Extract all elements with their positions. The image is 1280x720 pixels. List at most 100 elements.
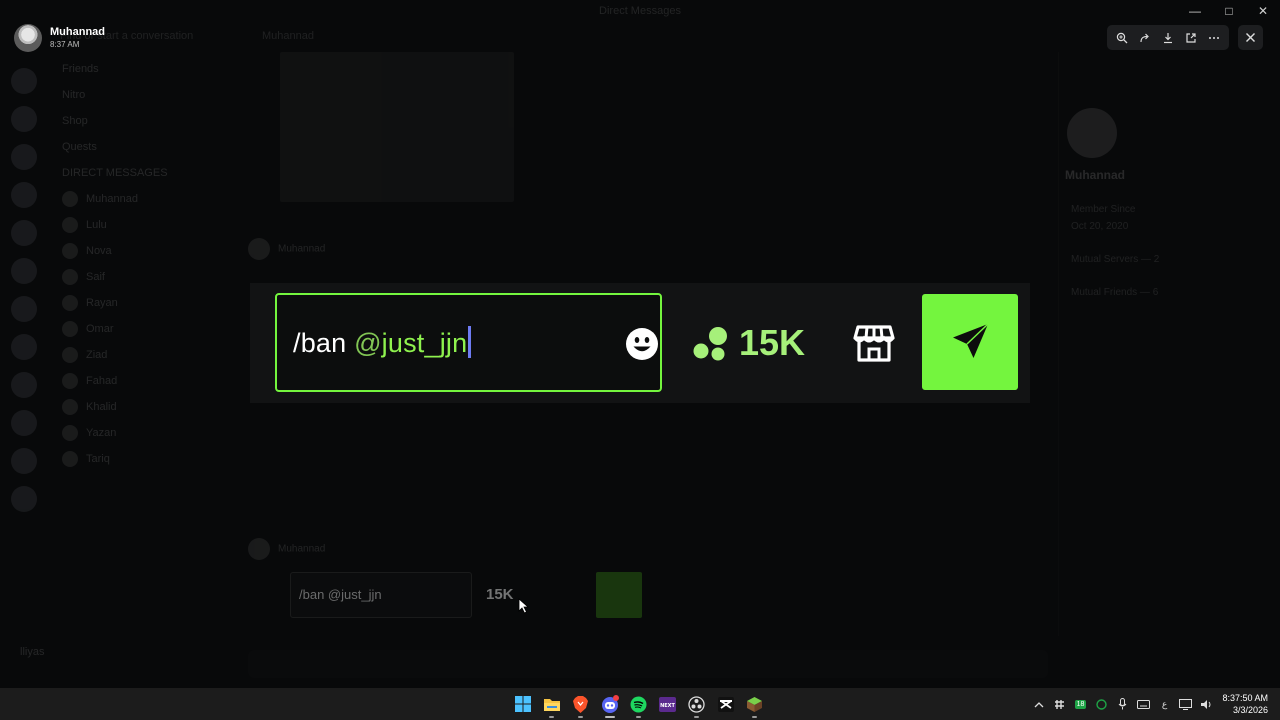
open-external-icon[interactable] bbox=[1182, 29, 1200, 47]
mini-composer-image: /ban @just_jjn 15K bbox=[290, 572, 642, 618]
member-since-date: Oct 20, 2020 bbox=[1071, 221, 1129, 232]
mutual-friends[interactable]: Mutual Friends — 6 bbox=[1071, 287, 1280, 298]
message-input[interactable] bbox=[248, 650, 1048, 678]
volume-icon[interactable] bbox=[1196, 688, 1217, 720]
server-list bbox=[0, 56, 48, 636]
running-indicator bbox=[578, 716, 583, 718]
active-indicator bbox=[605, 716, 615, 718]
coin-balance: 15K bbox=[693, 323, 805, 363]
forward-icon[interactable] bbox=[1136, 29, 1154, 47]
close-viewer-button[interactable] bbox=[1238, 25, 1263, 50]
language-indicator[interactable]: ع bbox=[1154, 688, 1175, 720]
slack-icon[interactable] bbox=[1049, 688, 1070, 720]
profile-avatar bbox=[1067, 108, 1117, 158]
server-icon[interactable] bbox=[11, 68, 37, 94]
avatar bbox=[248, 538, 270, 560]
capcut-icon[interactable] bbox=[711, 688, 740, 720]
viewer-toolbar bbox=[1107, 25, 1229, 50]
dm-item[interactable]: Rayan bbox=[52, 290, 228, 316]
brave-browser-icon[interactable] bbox=[566, 688, 595, 720]
server-icon[interactable] bbox=[11, 296, 37, 322]
server-icon[interactable] bbox=[11, 410, 37, 436]
zoom-in-icon[interactable] bbox=[1113, 29, 1131, 47]
running-indicator bbox=[549, 716, 554, 718]
server-icon[interactable] bbox=[11, 448, 37, 474]
keyboard-icon[interactable] bbox=[1133, 688, 1154, 720]
microphone-icon[interactable] bbox=[1112, 688, 1133, 720]
message: Muhannad bbox=[248, 538, 325, 560]
spotify-icon[interactable] bbox=[624, 688, 653, 720]
dm-item[interactable]: Ziad bbox=[52, 342, 228, 368]
clock-date: 3/3/2026 bbox=[1232, 705, 1268, 715]
dm-item[interactable]: Khalid bbox=[52, 394, 228, 420]
send-arrow-icon bbox=[953, 323, 989, 358]
dm-item[interactable]: Lulu bbox=[52, 212, 228, 238]
mini-send-button bbox=[596, 572, 642, 618]
mouse-cursor-icon bbox=[518, 598, 530, 614]
server-icon[interactable] bbox=[11, 372, 37, 398]
dm-nav-item[interactable]: Shop bbox=[52, 108, 228, 134]
dm-item[interactable]: Yazan bbox=[52, 420, 228, 446]
smiley-icon[interactable] bbox=[625, 327, 659, 361]
text-caret bbox=[468, 326, 472, 358]
dm-item[interactable]: Tariq bbox=[52, 446, 228, 472]
server-icon[interactable] bbox=[11, 106, 37, 132]
shop-icon[interactable] bbox=[853, 323, 895, 363]
xbox-icon[interactable] bbox=[1091, 688, 1112, 720]
minecraft-icon[interactable] bbox=[740, 688, 769, 720]
avatar bbox=[62, 295, 78, 312]
minimize-button[interactable]: — bbox=[1178, 0, 1212, 22]
message: Muhannad bbox=[248, 238, 325, 260]
download-icon[interactable] bbox=[1159, 29, 1177, 47]
dm-item[interactable]: Nova bbox=[52, 238, 228, 264]
avatar bbox=[62, 451, 78, 468]
taskbar: NEXT 18 ع 8:37:50 AM 3/3/2026 bbox=[0, 688, 1280, 720]
obs-icon[interactable] bbox=[682, 688, 711, 720]
profile-name: Muhannad bbox=[1065, 168, 1125, 182]
maximize-button[interactable]: □ bbox=[1212, 0, 1246, 22]
avatar bbox=[62, 243, 78, 260]
chevron-up-icon[interactable] bbox=[1028, 688, 1049, 720]
avatar bbox=[14, 24, 42, 52]
dm-item[interactable]: Muhannad bbox=[52, 186, 228, 212]
mutual-servers[interactable]: Mutual Servers — 2 bbox=[1071, 254, 1280, 265]
dm-nav-item[interactable]: Friends bbox=[52, 56, 228, 82]
coins-icon bbox=[693, 327, 727, 361]
server-icon[interactable] bbox=[11, 258, 37, 284]
avatar bbox=[62, 321, 78, 338]
server-icon[interactable] bbox=[11, 220, 37, 246]
running-indicator bbox=[694, 716, 699, 718]
avatar bbox=[248, 238, 270, 260]
dm-item[interactable]: Omar bbox=[52, 316, 228, 342]
server-icon[interactable] bbox=[11, 182, 37, 208]
avatar bbox=[62, 217, 78, 234]
tray-badge[interactable]: 18 bbox=[1070, 688, 1091, 720]
window-controls: — □ ✕ bbox=[1178, 0, 1280, 22]
viewer-user-name: Muhannad bbox=[50, 26, 105, 38]
network-icon[interactable] bbox=[1175, 688, 1196, 720]
dm-nav-item[interactable]: Nitro bbox=[52, 82, 228, 108]
dm-nav-item[interactable]: Quests bbox=[52, 134, 228, 160]
discord-window: Direct Messages Find or start a conversa… bbox=[0, 0, 1280, 688]
taskbar-clock[interactable]: 8:37:50 AM 3/3/2026 bbox=[1222, 692, 1268, 716]
server-icon[interactable] bbox=[11, 144, 37, 170]
avatar bbox=[62, 425, 78, 442]
command-text: /ban @just_jjn bbox=[293, 326, 472, 360]
dm-item[interactable]: Fahad bbox=[52, 368, 228, 394]
next-app-icon[interactable]: NEXT bbox=[653, 688, 682, 720]
more-icon[interactable] bbox=[1205, 29, 1223, 47]
avatar bbox=[62, 373, 78, 390]
send-button[interactable] bbox=[922, 294, 1018, 390]
close-window-button[interactable]: ✕ bbox=[1246, 0, 1280, 22]
dm-list: Friends Nitro Shop Quests DIRECT MESSAGE… bbox=[52, 56, 228, 636]
image-attachment[interactable] bbox=[280, 52, 514, 202]
file-explorer-icon[interactable] bbox=[537, 688, 566, 720]
system-tray: 18 ع bbox=[1028, 688, 1217, 720]
windows-start-icon[interactable] bbox=[508, 688, 537, 720]
command-input[interactable]: /ban @just_jjn bbox=[275, 293, 662, 392]
discord-icon[interactable] bbox=[595, 688, 624, 720]
server-icon[interactable] bbox=[11, 486, 37, 512]
close-icon bbox=[1246, 33, 1255, 42]
dm-item[interactable]: Saif bbox=[52, 264, 228, 290]
server-icon[interactable] bbox=[11, 334, 37, 360]
